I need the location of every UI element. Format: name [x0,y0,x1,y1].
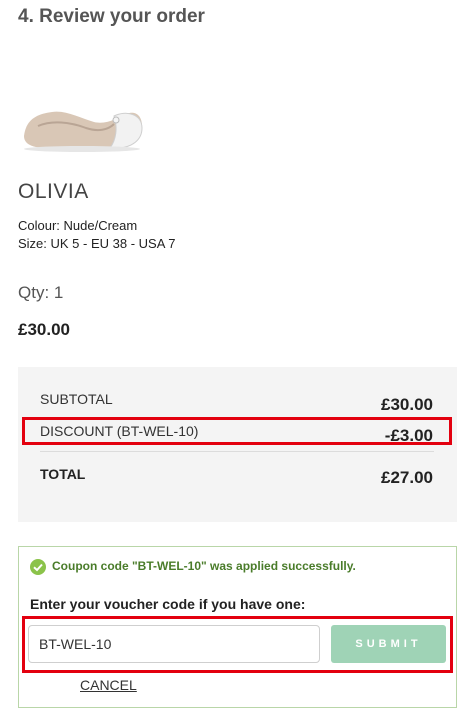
subtotal-value: £30.00 [381,395,433,414]
cancel-link[interactable]: CANCEL [80,677,137,693]
product-name: OLIVIA [18,180,89,203]
product-colour: Colour: Nude/Cream [18,218,138,233]
voucher-prompt: Enter your voucher code if you have one: [30,596,306,612]
check-circle-icon [30,559,46,575]
shoe-image [24,111,143,152]
total-label: TOTAL [40,466,86,482]
discount-value: -£3.00 [384,426,433,445]
subtotal-label: SUBTOTAL [40,391,113,407]
coupon-success-message: Coupon code "BT-WEL-10" was applied succ… [52,559,356,573]
product-size: Size: UK 5 - EU 38 - USA 7 [18,236,176,251]
product-quantity: Qty: 1 [18,283,64,302]
discount-label: DISCOUNT (BT-WEL-10) [40,423,199,439]
voucher-code-input[interactable] [28,625,320,663]
total-value: £27.00 [381,468,433,487]
summary-divider [40,451,434,452]
submit-voucher-button[interactable]: SUBMIT [331,625,446,663]
step-title: 4. Review your order [18,6,205,27]
product-image [18,48,146,176]
product-price: £30.00 [18,320,70,339]
